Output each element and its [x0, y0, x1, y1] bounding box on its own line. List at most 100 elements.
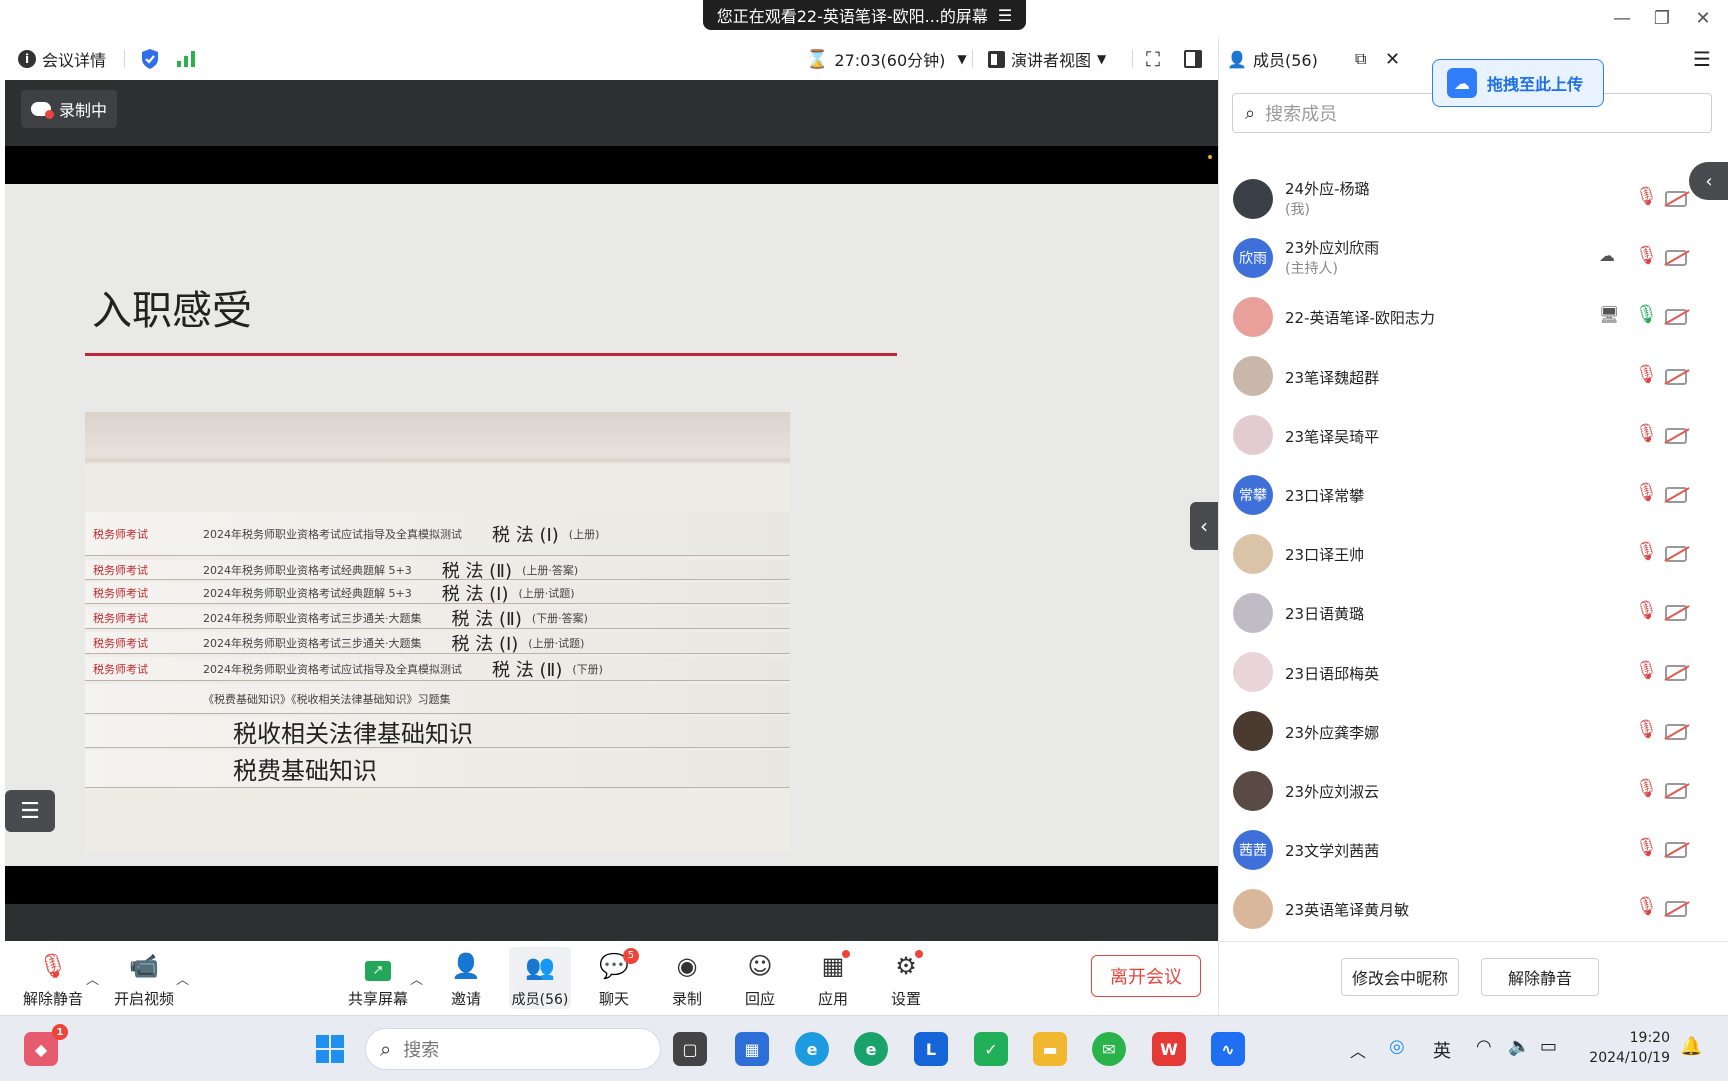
start-video-button[interactable]: 📹 开启视频 [111, 947, 177, 1009]
mic-on-icon[interactable]: 🎙 [1635, 304, 1658, 325]
lenovo-app-icon[interactable]: L [914, 1032, 948, 1066]
security-shield-icon[interactable] [140, 38, 160, 80]
fullscreen-icon[interactable]: ⛶ [1146, 38, 1160, 80]
member-row[interactable]: 23英语笔译黄月敏 🎙 [1219, 879, 1728, 938]
invite-button[interactable]: 👤 邀请 [433, 947, 499, 1009]
edge-browser-icon[interactable]: e [795, 1032, 829, 1066]
panel-unmute-button[interactable]: 解除静音 [1481, 958, 1599, 996]
screenshot-tool-icon[interactable]: ◎ [1389, 1036, 1405, 1057]
member-row[interactable]: 24外应-杨璐 (我) 🎙 [1219, 169, 1728, 228]
member-row[interactable]: 常攀 23口译常攀 🎙 [1219, 465, 1728, 524]
video-off-icon[interactable] [1665, 487, 1687, 503]
member-row[interactable]: 23日语邱梅英 🎙 [1219, 643, 1728, 702]
video-off-icon[interactable] [1665, 250, 1687, 267]
reactions-button[interactable]: ☺ 回应 [727, 947, 793, 1009]
member-row[interactable]: 23日语黄璐 🎙 [1219, 583, 1728, 642]
meeting-timer[interactable]: ⌛ 27:03(60分钟) ▼ [806, 38, 967, 80]
muted-mic-icon[interactable]: 🎙 [1635, 186, 1658, 207]
menu-icon[interactable]: ☰ [998, 6, 1012, 25]
network-signal-icon[interactable] [176, 38, 196, 80]
record-button[interactable]: ◉ 录制 [654, 947, 720, 1009]
slide-title-underline [85, 353, 897, 356]
collapse-panel-button[interactable]: ‹ [1190, 502, 1218, 550]
member-row[interactable]: 23笔译吴琦平 🎙 [1219, 406, 1728, 465]
shopping-app-icon[interactable]: ✓ [974, 1032, 1008, 1066]
muted-mic-icon[interactable]: 🎙 [1635, 482, 1658, 503]
video-off-icon[interactable] [1665, 191, 1687, 207]
member-row[interactable]: 23外应刘淑云 🎙 [1219, 761, 1728, 820]
battery-icon[interactable]: ▭ [1540, 1036, 1557, 1057]
leave-meeting-button[interactable]: 离开会议 [1091, 955, 1201, 997]
member-row[interactable]: 23外应龚李娜 🎙 [1219, 702, 1728, 761]
share-screen-button[interactable]: ↗ 共享屏幕 [345, 947, 411, 1009]
close-panel-icon[interactable]: ✕ [1385, 49, 1400, 70]
settings-button[interactable]: ⚙ 设置 [873, 947, 939, 1009]
video-off-icon[interactable] [1665, 605, 1687, 622]
video-off-icon[interactable] [1665, 842, 1687, 859]
file-explorer-icon[interactable]: ▬ [1033, 1032, 1067, 1066]
close-window-button[interactable]: ✕ [1688, 6, 1718, 30]
muted-mic-icon[interactable]: 🎙 [1635, 541, 1658, 562]
book-series: 税务师考试 [93, 527, 148, 541]
chat-button[interactable]: 💬 5 聊天 [581, 947, 647, 1009]
system-clock[interactable]: 19:20 2024/10/19 [1580, 1028, 1670, 1068]
video-off-icon[interactable] [1665, 546, 1687, 563]
muted-mic-icon[interactable]: 🎙 [1635, 245, 1658, 266]
start-windows-icon[interactable] [313, 1032, 347, 1066]
member-name: 23外应刘欣雨 [1285, 239, 1380, 258]
muted-mic-icon[interactable]: 🎙 [1635, 600, 1658, 621]
task-view-icon[interactable]: ▢ [673, 1032, 707, 1066]
muted-mic-icon[interactable]: 🎙 [1635, 837, 1658, 858]
muted-mic-icon[interactable]: 🎙 [1635, 660, 1658, 681]
app-notification-icon[interactable]: ◆ 1 [24, 1024, 68, 1066]
unmute-button[interactable]: 🎙 解除静音 [20, 947, 86, 1009]
members-button[interactable]: 👥 成员(56) [509, 947, 571, 1009]
member-row[interactable]: 23口译王帅 🎙 [1219, 524, 1728, 583]
member-row[interactable]: 茜茜 23文学刘茜茜 🎙 [1219, 820, 1728, 879]
panel-menu-icon[interactable]: ☰ [1693, 47, 1711, 71]
chevron-up-icon[interactable]: ︿ [410, 969, 423, 988]
muted-mic-icon[interactable]: 🎙 [1635, 896, 1658, 917]
member-row[interactable]: 欣雨 23外应刘欣雨 (主持人) ☁ 🎙 [1219, 228, 1728, 287]
video-off-icon[interactable] [1665, 723, 1687, 740]
slide-list-button[interactable]: ☰ [5, 790, 55, 832]
muted-mic-icon[interactable]: 🎙 [1635, 719, 1658, 740]
input-method-indicator[interactable]: 英 [1433, 1037, 1451, 1063]
taskbar-search[interactable]: ⌕ 搜索 [365, 1028, 661, 1070]
browser-icon[interactable]: e [854, 1032, 888, 1066]
meeting-details-button[interactable]: i 会议详情 [18, 38, 106, 80]
video-off-icon[interactable] [1665, 783, 1687, 799]
member-row[interactable]: 22-英语笔译-欧阳志力 🖥 🎙 [1219, 287, 1728, 346]
sidebar-toggle-icon[interactable] [1184, 38, 1202, 80]
member-name: 23口译王帅 [1285, 546, 1365, 565]
screen-share-banner[interactable]: 您正在观看22-英语笔译-欧阳...的屏幕 ☰ [703, 0, 1026, 30]
video-off-icon[interactable] [1665, 901, 1687, 918]
pop-out-icon[interactable]: ⧉ [1355, 49, 1366, 69]
store-icon[interactable]: ▦ [735, 1032, 769, 1066]
minimize-button[interactable]: — [1607, 6, 1637, 30]
view-mode-dropdown[interactable]: 演讲者视图 ▼ [988, 38, 1106, 80]
wps-office-icon[interactable]: W [1152, 1032, 1186, 1066]
chevron-up-icon[interactable]: ︿ [176, 969, 189, 988]
video-off-icon[interactable] [1665, 368, 1687, 385]
video-off-icon[interactable] [1665, 427, 1687, 444]
member-row[interactable]: 23笔译魏超群 🎙 [1219, 347, 1728, 406]
avatar [1233, 356, 1273, 397]
chevron-up-icon[interactable]: ︿ [1350, 1038, 1366, 1062]
drag-upload-tip[interactable]: ☁ 拖拽至此上传 [1432, 59, 1604, 107]
muted-mic-icon[interactable]: 🎙 [1635, 778, 1658, 799]
video-off-icon[interactable] [1665, 664, 1687, 681]
muted-mic-icon[interactable]: 🎙 [1635, 423, 1658, 444]
restore-button[interactable]: ❐ [1647, 6, 1677, 30]
wifi-icon[interactable]: ◠ [1476, 1036, 1492, 1057]
video-off-icon[interactable] [1665, 309, 1687, 326]
apps-button[interactable]: ▦ 应用 [800, 947, 866, 1009]
muted-mic-icon[interactable]: 🎙 [1635, 364, 1658, 385]
notification-bell-icon[interactable]: 🔔 [1680, 1036, 1702, 1057]
chevron-up-icon[interactable]: ︿ [86, 969, 99, 988]
rename-button[interactable]: 修改会中昵称 [1341, 958, 1459, 996]
tencent-meeting-icon[interactable]: ∿ [1211, 1032, 1245, 1066]
volume-icon[interactable]: 🔈 [1508, 1036, 1530, 1057]
recording-indicator[interactable]: 录制中 [21, 90, 118, 128]
wechat-icon[interactable]: ✉ [1092, 1032, 1126, 1066]
